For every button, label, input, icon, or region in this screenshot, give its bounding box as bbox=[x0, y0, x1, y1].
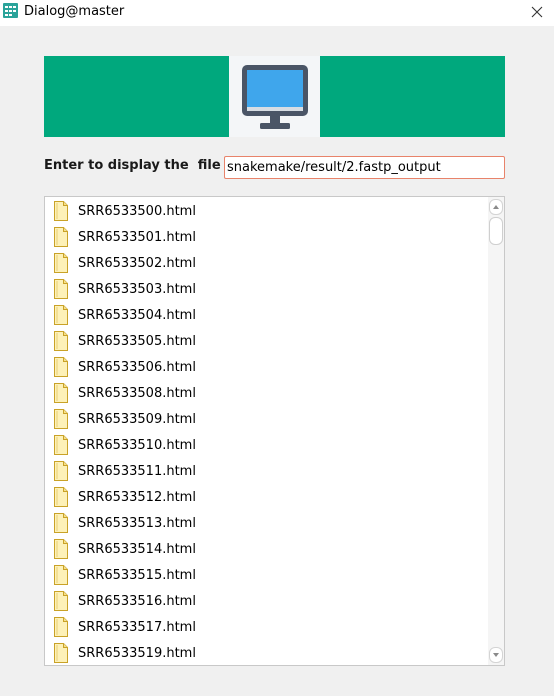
file-name: SRR6533500.html bbox=[78, 204, 196, 219]
list-item[interactable]: SRR6533508.html bbox=[45, 380, 488, 406]
file-name: SRR6533514.html bbox=[78, 542, 196, 557]
file-icon bbox=[54, 539, 68, 559]
file-name: SRR6533515.html bbox=[78, 568, 196, 583]
title-bar: Dialog@master bbox=[0, 0, 554, 26]
list-item[interactable]: SRR6533514.html bbox=[45, 536, 488, 562]
file-name: SRR6533517.html bbox=[78, 620, 196, 635]
list-item[interactable]: SRR6533501.html bbox=[45, 224, 488, 250]
chevron-down-icon bbox=[493, 653, 499, 657]
file-name: SRR6533502.html bbox=[78, 256, 196, 271]
scroll-up-button[interactable] bbox=[489, 199, 503, 215]
scroll-down-button[interactable] bbox=[489, 647, 503, 663]
file-icon bbox=[54, 565, 68, 585]
file-icon bbox=[54, 591, 68, 611]
path-input[interactable] bbox=[224, 156, 505, 179]
file-icon bbox=[54, 409, 68, 429]
file-icon bbox=[54, 383, 68, 403]
monitor-icon bbox=[229, 56, 320, 137]
file-name: SRR6533512.html bbox=[78, 490, 196, 505]
list-item[interactable]: SRR6533503.html bbox=[45, 276, 488, 302]
close-button[interactable] bbox=[520, 0, 554, 24]
file-icon bbox=[54, 487, 68, 507]
file-icon bbox=[54, 279, 68, 299]
file-icon bbox=[54, 617, 68, 637]
list-item[interactable]: SRR6533510.html bbox=[45, 432, 488, 458]
file-icon bbox=[54, 227, 68, 247]
file-icon bbox=[54, 357, 68, 377]
close-icon bbox=[531, 6, 543, 18]
file-name: SRR6533501.html bbox=[78, 230, 196, 245]
list-item[interactable]: SRR6533502.html bbox=[45, 250, 488, 276]
list-item[interactable]: SRR6533515.html bbox=[45, 562, 488, 588]
scroll-thumb[interactable] bbox=[489, 217, 503, 245]
file-icon bbox=[54, 643, 68, 663]
list-item[interactable]: SRR6533517.html bbox=[45, 614, 488, 640]
file-list-items: SRR6533500.html SRR6533501.html SRR6533502… bbox=[45, 197, 488, 665]
list-item[interactable]: SRR6533516.html bbox=[45, 588, 488, 614]
file-icon bbox=[54, 461, 68, 481]
file-name: SRR6533510.html bbox=[78, 438, 196, 453]
chevron-up-icon bbox=[493, 205, 499, 209]
list-item[interactable]: SRR6533513.html bbox=[45, 510, 488, 536]
list-item[interactable]: SRR6533511.html bbox=[45, 458, 488, 484]
list-item[interactable]: SRR6533506.html bbox=[45, 354, 488, 380]
window-title: Dialog@master bbox=[24, 4, 125, 19]
file-name: SRR6533509.html bbox=[78, 412, 196, 427]
file-icon bbox=[54, 201, 68, 221]
file-name: SRR6533516.html bbox=[78, 594, 196, 609]
file-name: SRR6533504.html bbox=[78, 308, 196, 323]
file-icon bbox=[54, 513, 68, 533]
file-name: SRR6533503.html bbox=[78, 282, 196, 297]
file-list[interactable]: SRR6533500.html SRR6533501.html SRR6533502… bbox=[44, 196, 505, 666]
file-name: SRR6533508.html bbox=[78, 386, 196, 401]
list-item[interactable]: SRR6533505.html bbox=[45, 328, 488, 354]
file-icon bbox=[54, 305, 68, 325]
list-item[interactable]: SRR6533509.html bbox=[45, 406, 488, 432]
file-icon bbox=[54, 331, 68, 351]
file-name: SRR6533511.html bbox=[78, 464, 196, 479]
file-name: SRR6533519.html bbox=[78, 646, 196, 661]
file-name: SRR6533506.html bbox=[78, 360, 196, 375]
list-item[interactable]: SRR6533500.html bbox=[45, 198, 488, 224]
file-icon bbox=[54, 435, 68, 455]
vertical-scrollbar[interactable] bbox=[488, 197, 504, 665]
list-item[interactable]: SRR6533512.html bbox=[45, 484, 488, 510]
list-item[interactable]: SRR6533504.html bbox=[45, 302, 488, 328]
list-item[interactable]: SRR6533519.html bbox=[45, 640, 488, 665]
file-name: SRR6533505.html bbox=[78, 334, 196, 349]
prompt-label: Enter to display the file bbox=[44, 158, 221, 173]
app-icon bbox=[3, 3, 18, 18]
file-icon bbox=[54, 253, 68, 273]
file-name: SRR6533513.html bbox=[78, 516, 196, 531]
